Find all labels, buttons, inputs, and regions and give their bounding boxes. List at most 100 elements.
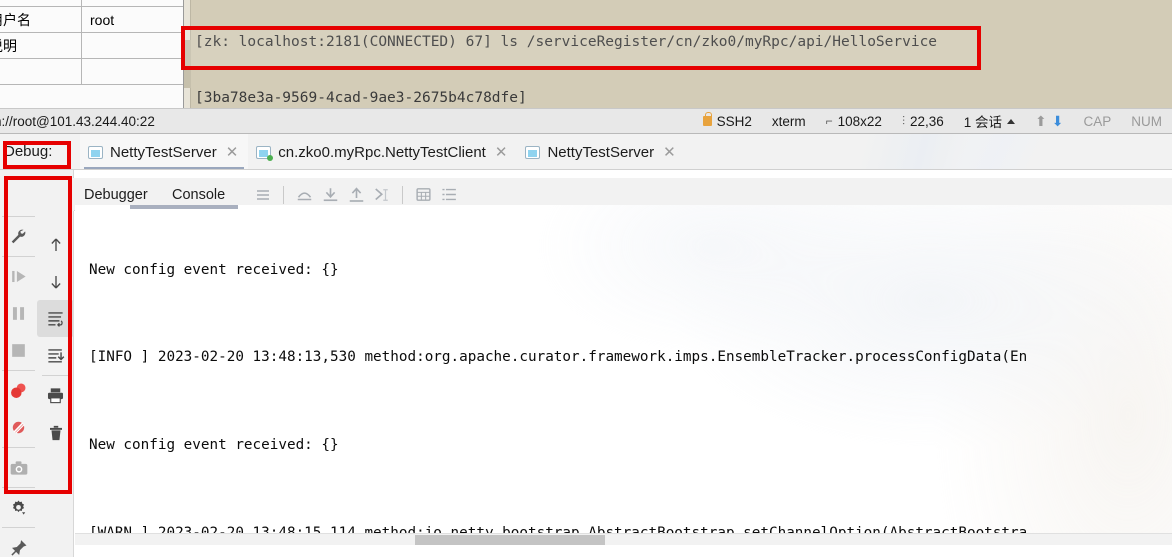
menu-icon [257, 189, 269, 200]
print-button[interactable] [37, 377, 74, 414]
session-properties-table: 用户名 root 说明 [0, 0, 184, 108]
status-emulation[interactable]: xterm [762, 109, 816, 133]
trash-icon [49, 425, 62, 440]
status-cap-label: CAP [1083, 113, 1112, 129]
status-bar-right: SSH2 xterm ⌐ 108x22 ⫶ 22,36 1 会话 ⬆ ⬇ CAP… [693, 109, 1172, 133]
status-transfer[interactable]: ⬆ ⬇ [1025, 109, 1073, 133]
divider [2, 216, 35, 217]
status-protocol[interactable]: SSH2 [693, 109, 762, 133]
scroll-to-end-button[interactable] [37, 337, 74, 374]
tab-label: cn.zko0.myRpc.NettyTestClient [278, 143, 486, 161]
divider [283, 185, 284, 204]
scroll-up-icon [50, 238, 61, 251]
debugger-tab[interactable]: Debugger [84, 186, 172, 204]
status-sessions-label: 1 会话 [963, 115, 1003, 130]
background-decoration [652, 134, 1172, 170]
scrollbar-thumb[interactable] [415, 535, 605, 545]
screenshot-root: 用户名 root 说明 [zk: localhost:2181(CONNECTE… [0, 0, 1172, 557]
run-configuration-icon [256, 145, 274, 161]
table-row[interactable] [0, 59, 183, 85]
pause-program-button[interactable] [0, 295, 37, 332]
resume-program-button[interactable] [0, 258, 37, 295]
divider [2, 527, 35, 528]
status-emulation-label: xterm [771, 113, 806, 129]
lock-icon [702, 112, 712, 126]
pin-tool-window-button[interactable] [0, 529, 37, 557]
prop-label-description: 说明 [0, 33, 82, 58]
close-icon[interactable]: ✕ [495, 143, 508, 161]
divider [402, 185, 403, 204]
resume-program-icon [12, 270, 26, 283]
tab-label: NettyTestServer [547, 143, 655, 161]
console-actions-column [37, 178, 74, 451]
divider [2, 256, 35, 257]
console-line: [INFO ] 2023-02-20 13:48:13,530 method:o… [89, 349, 1028, 366]
layout-menu-button[interactable] [250, 183, 276, 207]
connection-status: h://root@101.43.244.40:22 [0, 113, 155, 129]
scroll-to-end-icon [48, 349, 65, 363]
table-row [0, 0, 183, 7]
settings-gear-icon [12, 500, 26, 515]
divider [2, 370, 35, 371]
tab-netty-test-server-2[interactable]: NettyTestServer ✕ [517, 134, 685, 170]
run-configuration-icon [88, 145, 103, 159]
status-cursor[interactable]: ⫶ 22,36 [892, 109, 954, 133]
terminal-region: 用户名 root 说明 [zk: localhost:2181(CONNECTE… [0, 0, 1172, 108]
status-size-label: 108x22 [837, 113, 882, 129]
soft-wrap-button[interactable] [37, 300, 74, 337]
screenshot-button[interactable] [0, 449, 37, 486]
view-table-icon [415, 188, 431, 201]
console-output[interactable]: New config event received: {} [INFO ] 20… [75, 205, 1172, 545]
run-configuration-icon [525, 145, 541, 159]
evaluate-table-button[interactable] [410, 183, 436, 207]
scroll-down-button[interactable] [37, 263, 74, 300]
stop-program-button[interactable] [0, 332, 37, 369]
debugger-tab-label: Debugger [84, 186, 148, 203]
view-breakpoints-button[interactable] [0, 372, 37, 409]
soft-wrap-icon [48, 312, 63, 327]
step-over-icon [297, 191, 311, 200]
step-out-icon [349, 186, 363, 202]
run-to-cursor-button[interactable] [369, 183, 395, 207]
resize-icon: ⌐ [825, 114, 833, 128]
table-row[interactable]: 说明 [0, 33, 183, 59]
status-sessions[interactable]: 1 会话 [954, 109, 1025, 133]
console-tab[interactable]: Console [172, 186, 250, 204]
pause-program-icon [12, 307, 25, 320]
soft-wrap-toolbar-button[interactable] [436, 183, 462, 207]
debug-settings-button[interactable] [0, 489, 37, 526]
scroll-down-icon [50, 275, 61, 288]
divider [2, 487, 35, 488]
settings-wrench-button[interactable] [0, 218, 37, 255]
console-tab-label: Console [172, 186, 226, 203]
console-horizontal-scrollbar[interactable] [75, 533, 1172, 545]
prop-label [0, 0, 82, 6]
clear-all-button[interactable] [37, 414, 74, 451]
step-into-icon [323, 187, 337, 201]
stop-icon [12, 344, 25, 357]
close-icon[interactable]: ✕ [663, 143, 676, 161]
close-icon[interactable]: ✕ [226, 143, 239, 161]
step-into-button[interactable] [317, 183, 343, 207]
status-cursor-label: 22,36 [909, 113, 944, 129]
table-row[interactable]: 用户名 root [0, 7, 183, 33]
divider [2, 447, 35, 448]
step-out-button[interactable] [343, 183, 369, 207]
scroll-up-button[interactable] [37, 226, 74, 263]
debug-actions-column [0, 178, 37, 557]
chevron-up-icon[interactable] [1007, 118, 1016, 124]
status-num-lock: NUM [1121, 109, 1172, 133]
terminal-line: [zk: localhost:2181(CONNECTED) 67] ls /s… [195, 34, 938, 51]
tab-netty-test-client[interactable]: cn.zko0.myRpc.NettyTestClient ✕ [248, 134, 517, 170]
terminal-scrollbar[interactable] [184, 0, 191, 108]
status-caps-lock: CAP [1073, 109, 1121, 133]
ssh-terminal-output[interactable]: [zk: localhost:2181(CONNECTED) 67] ls /s… [184, 0, 1172, 108]
tab-netty-test-server-1[interactable]: NettyTestServer ✕ [80, 134, 249, 170]
mute-breakpoints-button[interactable] [0, 409, 37, 446]
arrow-up-icon: ⬆ [1035, 112, 1047, 129]
step-over-button[interactable] [291, 183, 317, 207]
terminal-lines: [zk: localhost:2181(CONNECTED) 67] ls /s… [195, 0, 937, 108]
status-size[interactable]: ⌐ 108x22 [816, 109, 892, 133]
scrollbar-thumb[interactable] [184, 40, 191, 88]
camera-icon [10, 460, 27, 475]
